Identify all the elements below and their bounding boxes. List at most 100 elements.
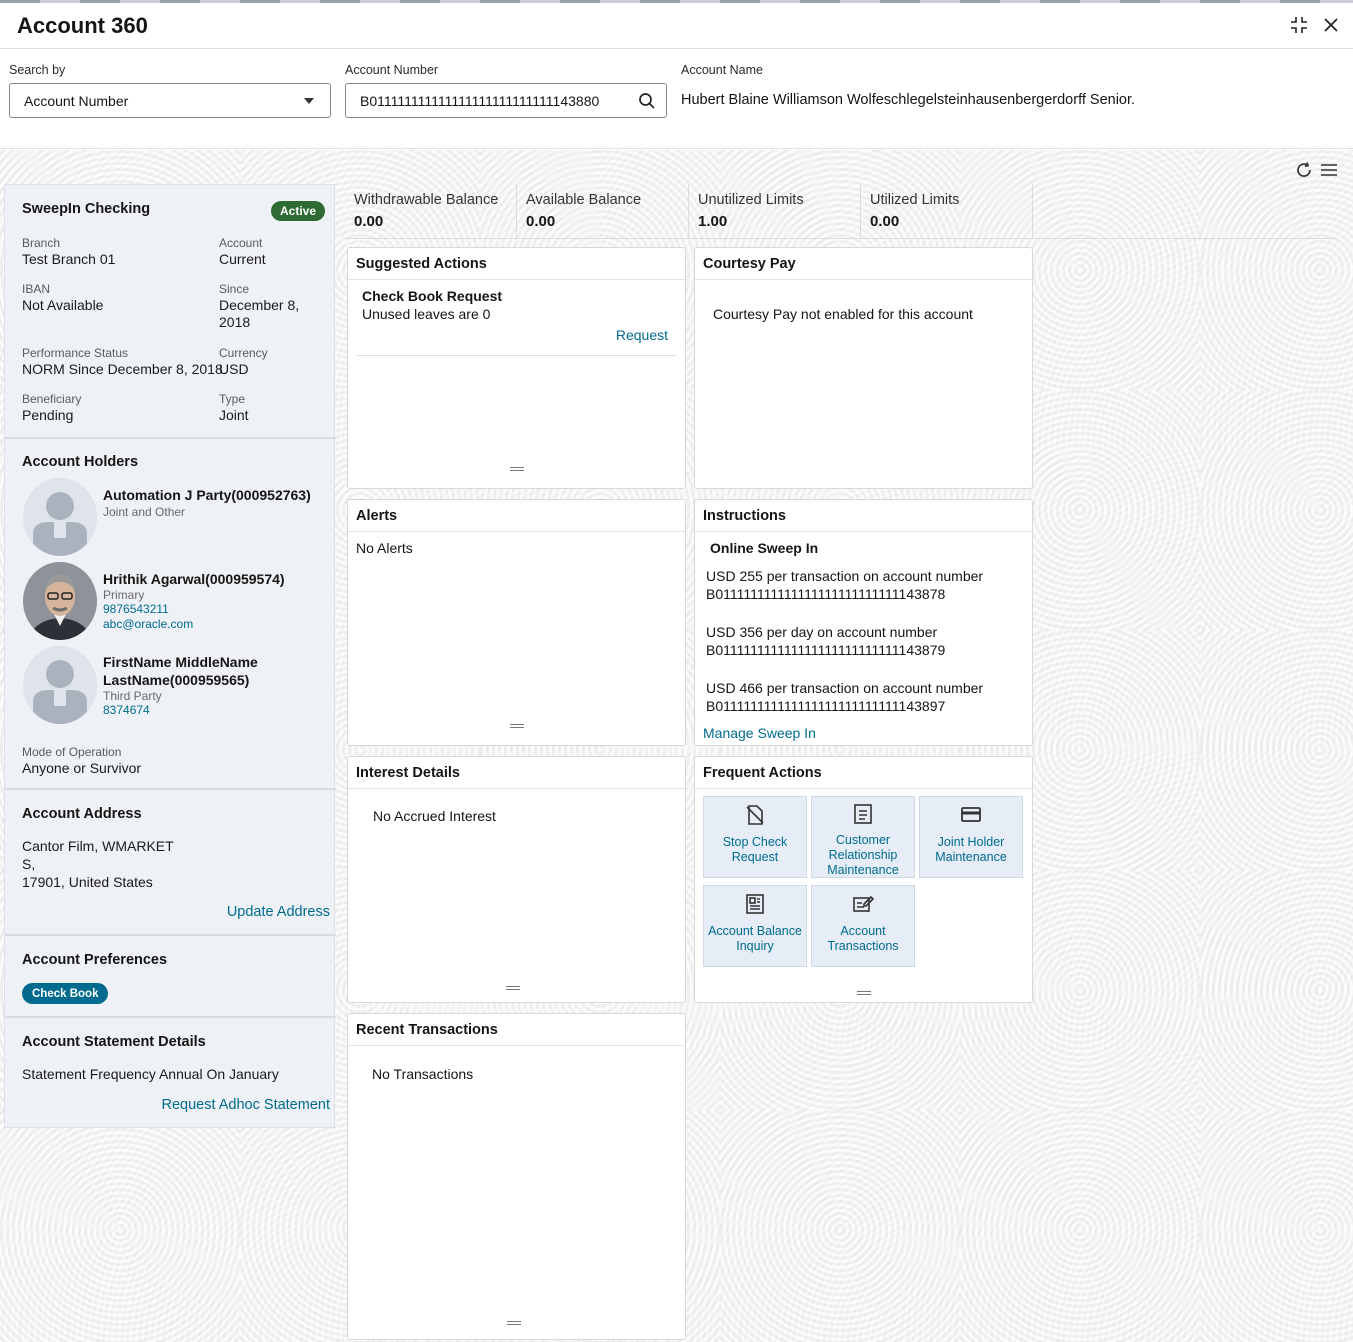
request-adhoc-statement-link[interactable]: Request Adhoc Statement [162,1097,330,1113]
account-statement-section: Account Statement Details Statement Freq… [5,1018,336,1129]
card-icon [960,803,982,827]
currency-label: Currency [219,346,268,360]
balance-value: 0.00 [354,213,384,230]
customer-relationship-maintenance-action[interactable]: Customer Relationship Maintenance [811,796,915,878]
action-label: Maintenance [827,863,899,877]
holder-phone[interactable]: 8374674 [103,703,150,717]
performance-label: Performance Status [22,346,129,360]
alerts-title: Alerts [348,500,685,532]
account-summary-panel: SweepIn Checking Active Branch Test Bran… [4,184,336,1129]
holder-role: Joint and Other [103,505,186,519]
balance-value: 0.00 [526,213,556,230]
hamburger-icon[interactable] [1320,161,1338,179]
action-label: Request [731,850,779,864]
balance-label: Available Balance [526,192,642,208]
balance-tile: Withdrawable Balance 0.00 [345,184,517,239]
search-by-value: Account Number [24,92,129,109]
account-number-input[interactable]: B011111111111111111111111111143880 [345,83,667,118]
balance-tile: Unutilized Limits 1.00 [689,184,861,239]
instruction-account: B011111111111111111111111111143879 [706,642,946,658]
instruction-account: B011111111111111111111111111143878 [706,586,946,602]
stop-check-request-action[interactable]: Stop Check Request [703,796,807,878]
frequent-actions-title: Frequent Actions [695,757,1032,789]
account-type-label: Account [219,236,263,250]
courtesy-pay-text: Courtesy Pay not enabled for this accoun… [713,306,973,322]
frequent-actions-card: Frequent Actions Stop Check Request Custo… [694,756,1033,1003]
account-type-value: Current [219,251,266,267]
account-name-label: Account Name [681,63,763,77]
account-balance-inquiry-action[interactable]: Account Balance Inquiry [703,885,807,967]
balances-strip: Withdrawable Balance 0.00 Available Bala… [345,184,1337,239]
page-title: Account 360 [17,13,148,38]
address-line1: Cantor Film, WMARKET [22,838,174,854]
action-label: Relationship [828,848,898,862]
avatar [23,646,97,724]
holder-name-line2[interactable]: LastName(000959565) [103,671,249,689]
account-address-title: Account Address [22,806,142,822]
interest-details-title: Interest Details [348,757,685,789]
collapse-icon[interactable] [1287,13,1311,37]
since-value-line1: December 8, [219,297,300,313]
manage-sweep-in-link[interactable]: Manage Sweep In [703,725,816,741]
account-overview-section: SweepIn Checking Active Branch Test Bran… [5,185,336,439]
search-icon[interactable] [638,92,656,110]
account-holders-section: Account Holders Automation J Party(00095… [5,439,336,790]
update-address-link[interactable]: Update Address [227,904,330,920]
account-preferences-title: Account Preferences [22,952,168,968]
address-line3: 17901, United States [22,874,153,890]
recent-transactions-card: Recent Transactions No Transactions [347,1013,686,1340]
joint-holder-maintenance-action[interactable]: Joint Holder Maintenance [919,796,1023,878]
holder-phone[interactable]: 9876543211 [103,602,169,616]
refresh-icon[interactable] [1295,161,1313,179]
balance-label: Withdrawable Balance [354,192,499,208]
suggested-actions-card: Suggested Actions Check Book Request Unu… [347,247,686,489]
instruction-account: B011111111111111111111111111143897 [706,698,946,714]
address-line2: S, [22,856,36,872]
check-book-pill[interactable]: Check Book [22,983,109,1004]
title-bar: Account 360 [0,3,1353,49]
instructions-title: Instructions [695,500,1032,532]
request-link[interactable]: Request [616,327,668,343]
account-statement-title: Account Statement Details [22,1034,206,1050]
product-name: SweepIn Checking [22,201,151,217]
account-preferences-section: Account Preferences Check Book [5,936,336,1018]
courtesy-pay-card: Courtesy Pay Courtesy Pay not enabled fo… [694,247,1033,489]
performance-value: NORM Since December 8, 2018 [22,361,223,377]
recent-transactions-text: No Transactions [372,1066,474,1082]
beneficiary-label: Beneficiary [22,392,82,406]
branch-label: Branch [22,236,61,250]
alerts-text: No Alerts [356,540,413,556]
account-number-value: B011111111111111111111111111143880 [360,92,600,109]
resize-grip-icon[interactable] [505,986,520,990]
holder-name-line1[interactable]: FirstName MiddleName [103,653,258,671]
resize-grip-icon[interactable] [509,467,524,471]
resize-grip-icon[interactable] [509,724,524,728]
avatar [23,478,97,556]
account-number-label: Account Number [345,63,439,77]
since-label: Since [219,282,250,296]
action-label: Transactions [827,939,899,953]
action-label: Maintenance [935,850,1007,864]
beneficiary-value: Pending [22,407,74,423]
holder-name[interactable]: Automation J Party(000952763) [103,486,311,504]
online-sweep-in-title: Online Sweep In [710,540,819,556]
close-icon[interactable] [1319,13,1343,37]
recent-transactions-title: Recent Transactions [348,1014,685,1046]
account-holders-title: Account Holders [22,454,139,470]
holder-email[interactable]: abc@oracle.com [103,617,193,631]
instruction-line: USD 466 per transaction on account numbe… [706,680,984,696]
document-icon [852,803,874,825]
holder-name[interactable]: Hrithik Agarwal(000959574) [103,570,285,588]
suggested-actions-title: Suggested Actions [348,248,685,280]
account-transactions-action[interactable]: Account Transactions [811,885,915,967]
action-label: Account [840,924,886,938]
instructions-card: Instructions Online Sweep In USD 255 per… [694,499,1033,746]
check-book-request-desc: Unused leaves are 0 [362,306,491,322]
search-by-select[interactable]: Account Number [9,83,331,118]
action-label: Joint Holder [937,835,1005,849]
resize-grip-icon[interactable] [506,1321,521,1325]
resize-grip-icon[interactable] [856,991,871,995]
balance-value: 1.00 [698,213,728,230]
balance-label: Utilized Limits [870,192,960,208]
account-address-section: Account Address Cantor Film, WMARKET S, … [5,790,336,936]
